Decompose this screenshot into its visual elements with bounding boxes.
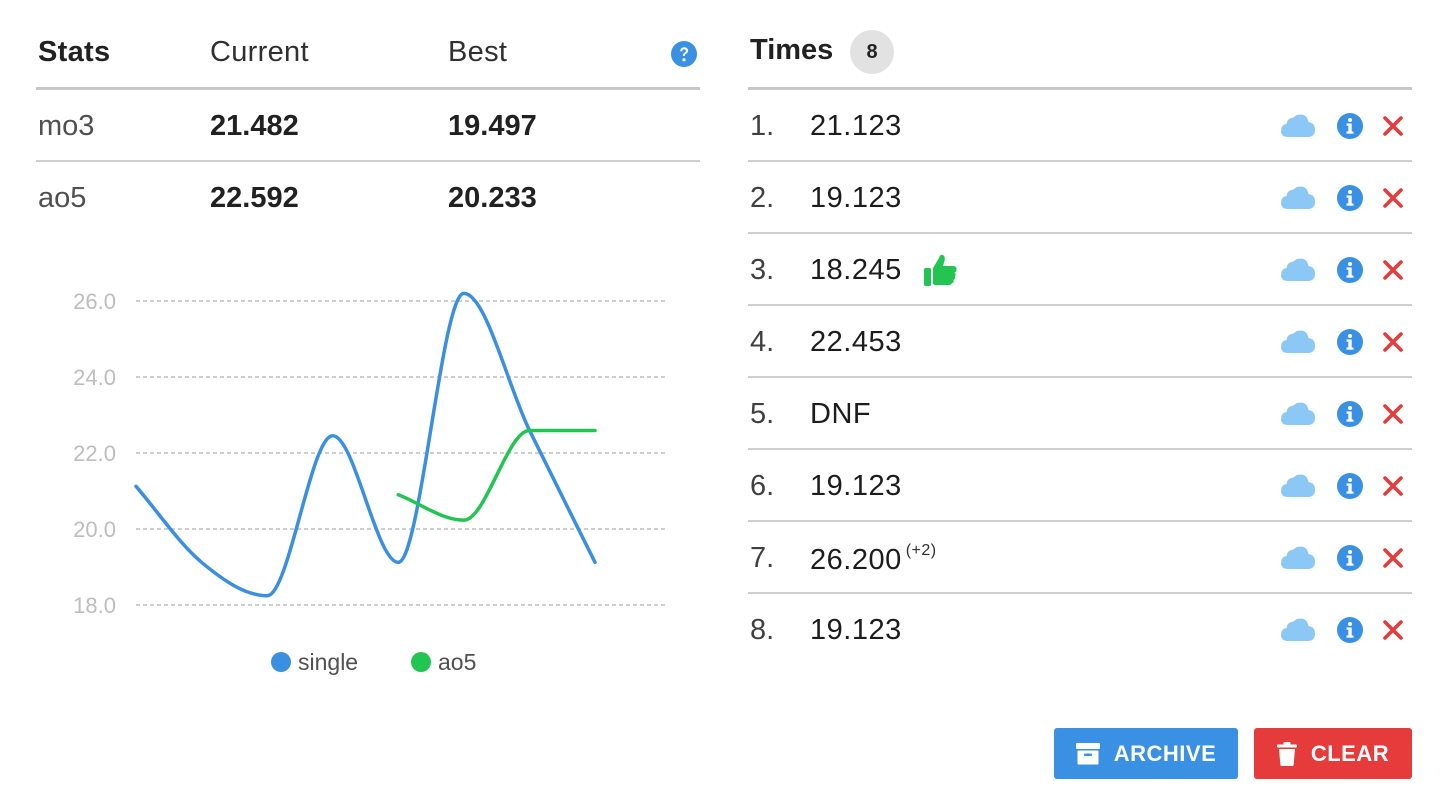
y-tick-label: 20.0 — [73, 517, 116, 542]
time-value-text: 18.245 — [810, 254, 902, 286]
time-value[interactable]: 26.200 (+2) — [810, 542, 937, 577]
info-icon[interactable] — [1336, 616, 1364, 644]
question-circle-icon[interactable] — [670, 40, 698, 68]
stats-row-mo3: mo3 21.482 19.497 — [36, 90, 700, 162]
time-value[interactable]: 18.245 — [810, 254, 902, 287]
delete-icon[interactable] — [1382, 547, 1404, 569]
time-row: 1. 21.123 — [748, 90, 1412, 162]
legend-marker-single — [271, 652, 291, 672]
stats-header-row: Stats Current Best — [36, 18, 700, 90]
time-index: 8. — [750, 614, 775, 646]
clear-button[interactable]: CLEAR — [1254, 728, 1412, 779]
times-chart: 18.0 20.0 22.0 24.0 26.0 single ao5 — [36, 270, 700, 690]
time-row: 3. 18.245 — [748, 234, 1412, 306]
cloud-icon[interactable] — [1281, 546, 1315, 570]
cloud-icon[interactable] — [1281, 474, 1315, 498]
y-tick-label: 26.0 — [73, 289, 116, 314]
stats-row-current: 22.592 — [210, 182, 299, 214]
time-index: 7. — [750, 542, 775, 574]
info-icon[interactable] — [1336, 472, 1364, 500]
delete-icon[interactable] — [1382, 331, 1404, 353]
time-index: 4. — [750, 326, 775, 358]
stats-header-current: Current — [210, 36, 309, 68]
stats-row-current: 21.482 — [210, 110, 299, 142]
y-tick-label: 24.0 — [73, 365, 116, 390]
stats-row-ao5: ao5 22.592 20.233 — [36, 162, 700, 234]
time-row: 8. 19.123 — [748, 594, 1412, 666]
series-line-single — [134, 291, 597, 598]
y-tick-label: 22.0 — [73, 441, 116, 466]
time-value[interactable]: DNF — [810, 398, 871, 431]
times-header: Times 8 — [748, 18, 1412, 90]
time-index: 2. — [750, 182, 775, 214]
cloud-icon[interactable] — [1281, 330, 1315, 354]
stats-row-label: mo3 — [38, 110, 95, 142]
times-count-badge: 8 — [850, 30, 894, 74]
time-row: 5. DNF — [748, 378, 1412, 450]
time-index: 5. — [750, 398, 775, 430]
cloud-icon[interactable] — [1281, 402, 1315, 426]
legend-label-single: single — [298, 649, 358, 675]
info-icon[interactable] — [1336, 400, 1364, 428]
time-value[interactable]: 19.123 — [810, 182, 902, 215]
y-tick-label: 18.0 — [73, 593, 116, 618]
info-icon[interactable] — [1336, 256, 1364, 284]
legend-marker-ao5 — [411, 652, 431, 672]
stats-row-label: ao5 — [38, 182, 87, 214]
times-list: 1. 21.123 2. 19.123 3. 18.245 4. 22.453 5. DNF 6. 1… — [748, 90, 1412, 666]
cloud-icon[interactable] — [1281, 258, 1315, 282]
delete-icon[interactable] — [1382, 475, 1404, 497]
cloud-icon[interactable] — [1281, 186, 1315, 210]
line-chart: 18.0 20.0 22.0 24.0 26.0 single ao5 — [73, 289, 668, 675]
time-row: 2. 19.123 — [748, 162, 1412, 234]
stats-header-best: Best — [448, 36, 508, 68]
info-icon[interactable] — [1336, 544, 1364, 572]
clear-button-label: CLEAR — [1310, 740, 1390, 766]
time-value-text: 19.123 — [810, 614, 902, 646]
info-icon[interactable] — [1336, 328, 1364, 356]
trash-icon — [1276, 741, 1297, 766]
delete-icon[interactable] — [1382, 403, 1404, 425]
time-value-text: 26.200 — [810, 544, 902, 576]
time-value[interactable]: 22.453 — [810, 326, 902, 359]
info-icon[interactable] — [1336, 184, 1364, 212]
time-index: 3. — [750, 254, 775, 286]
archive-button[interactable]: ARCHIVE — [1054, 728, 1238, 779]
time-row: 6. 19.123 — [748, 450, 1412, 522]
cloud-icon[interactable] — [1281, 114, 1315, 138]
time-penalty: (+2) — [905, 542, 937, 559]
delete-icon[interactable] — [1382, 619, 1404, 641]
delete-icon[interactable] — [1382, 259, 1404, 281]
archive-button-label: ARCHIVE — [1113, 740, 1217, 766]
info-icon[interactable] — [1336, 112, 1364, 140]
stats-header-label: Stats — [38, 36, 111, 68]
time-index: 1. — [750, 110, 775, 142]
times-panel: Times 8 1. 21.123 2. 19.123 3. 18.245 4. 22.453… — [748, 18, 1412, 666]
thumbs-up-icon — [924, 254, 957, 286]
time-value-text: 19.123 — [810, 182, 902, 214]
time-index: 6. — [750, 470, 775, 502]
time-value[interactable]: 19.123 — [810, 614, 902, 647]
time-row: 7. 26.200 (+2) — [748, 522, 1412, 594]
time-value-text: DNF — [810, 398, 872, 430]
time-value[interactable]: 21.123 — [810, 110, 902, 143]
time-value[interactable]: 19.123 — [810, 470, 902, 503]
archive-icon — [1075, 742, 1100, 764]
time-row: 4. 22.453 — [748, 306, 1412, 378]
legend-label-ao5: ao5 — [438, 649, 476, 675]
times-title: Times — [750, 34, 834, 66]
time-value-text: 19.123 — [810, 470, 902, 502]
time-value-text: 21.123 — [810, 110, 902, 142]
cloud-icon[interactable] — [1281, 618, 1315, 642]
delete-icon[interactable] — [1382, 187, 1404, 209]
stats-row-best: 20.233 — [448, 182, 537, 214]
stats-table: Stats Current Best mo3 21.482 19.497 ao5… — [36, 18, 700, 234]
time-value-text: 22.453 — [810, 326, 902, 358]
delete-icon[interactable] — [1382, 115, 1404, 137]
stats-row-best: 19.497 — [448, 110, 537, 142]
